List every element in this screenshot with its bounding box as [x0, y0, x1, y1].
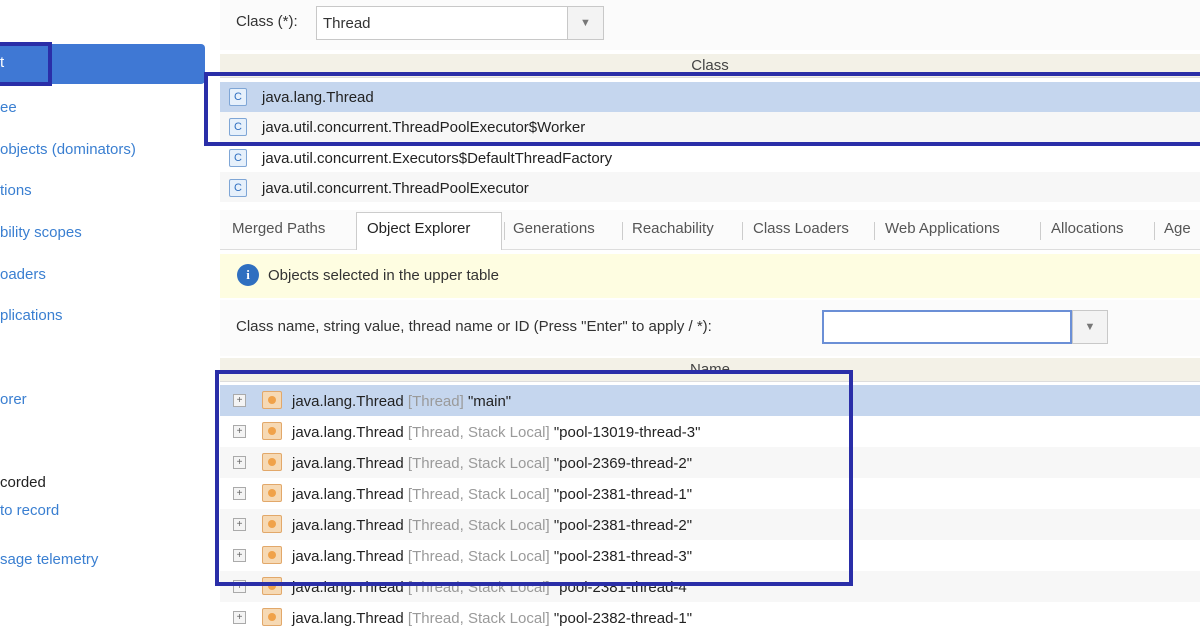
highlight-frame-sidebar [0, 42, 52, 86]
object-filter-label: Class name, string value, thread name or… [236, 318, 712, 335]
tab-allocations[interactable]: Allocations [1051, 220, 1124, 237]
highlight-frame-classes [204, 72, 1200, 146]
chevron-down-icon[interactable]: ▼ [1072, 310, 1108, 344]
object-filter-input[interactable] [822, 310, 1072, 344]
tab-separator [1154, 222, 1155, 240]
tab-age[interactable]: Age [1164, 220, 1191, 237]
tab-separator [742, 222, 743, 240]
class-icon: C [229, 179, 247, 197]
tab-class-loaders[interactable]: Class Loaders [753, 220, 849, 237]
sidebar-item-reachability-scopes[interactable]: bility scopes [0, 224, 82, 241]
tab-web-applications[interactable]: Web Applications [885, 220, 1000, 237]
chevron-down-icon[interactable]: ▼ [567, 7, 603, 39]
sidebar-item-biggest-objects[interactable]: objects (dominators) [0, 141, 136, 158]
object-label: java.lang.Thread [Thread, Stack Local] "… [292, 610, 693, 627]
tab-separator [1040, 222, 1041, 240]
sidebar-item-web-applications[interactable]: plications [0, 307, 63, 324]
class-row-label: java.util.concurrent.Executors$DefaultTh… [262, 150, 613, 167]
expand-icon[interactable]: + [233, 611, 246, 624]
tab-merged-paths[interactable]: Merged Paths [232, 220, 325, 237]
class-icon: C [229, 149, 247, 167]
sidebar-link-telemetry[interactable]: sage telemetry [0, 551, 98, 568]
tab-separator [874, 222, 875, 240]
sidebar-item-class-loaders[interactable]: oaders [0, 266, 46, 283]
sidebar-item-allocations[interactable]: tions [0, 182, 32, 199]
object-icon [262, 608, 282, 626]
tab-separator [504, 222, 505, 240]
tab-object-explorer[interactable]: Object Explorer [367, 220, 470, 237]
info-icon: i [237, 264, 259, 286]
info-banner-text: Objects selected in the upper table [268, 267, 499, 284]
class-row-label: java.util.concurrent.ThreadPoolExecutor [262, 180, 529, 197]
class-combo[interactable]: Thread ▼ [316, 6, 604, 40]
tab-reachability[interactable]: Reachability [632, 220, 714, 237]
sidebar: t ee objects (dominators) tions bility s… [0, 0, 218, 628]
sidebar-link-record[interactable]: to record [0, 502, 59, 519]
highlight-frame-objects [215, 370, 853, 586]
sidebar-item-tree[interactable]: ee [0, 99, 17, 116]
class-combo-value: Thread [323, 15, 371, 32]
sidebar-status-text: corded [0, 474, 46, 491]
tab-separator [622, 222, 623, 240]
class-filter-label: Class (*): [236, 13, 298, 30]
sidebar-item-object-explorer[interactable]: orer [0, 391, 27, 408]
tab-generations[interactable]: Generations [513, 220, 595, 237]
